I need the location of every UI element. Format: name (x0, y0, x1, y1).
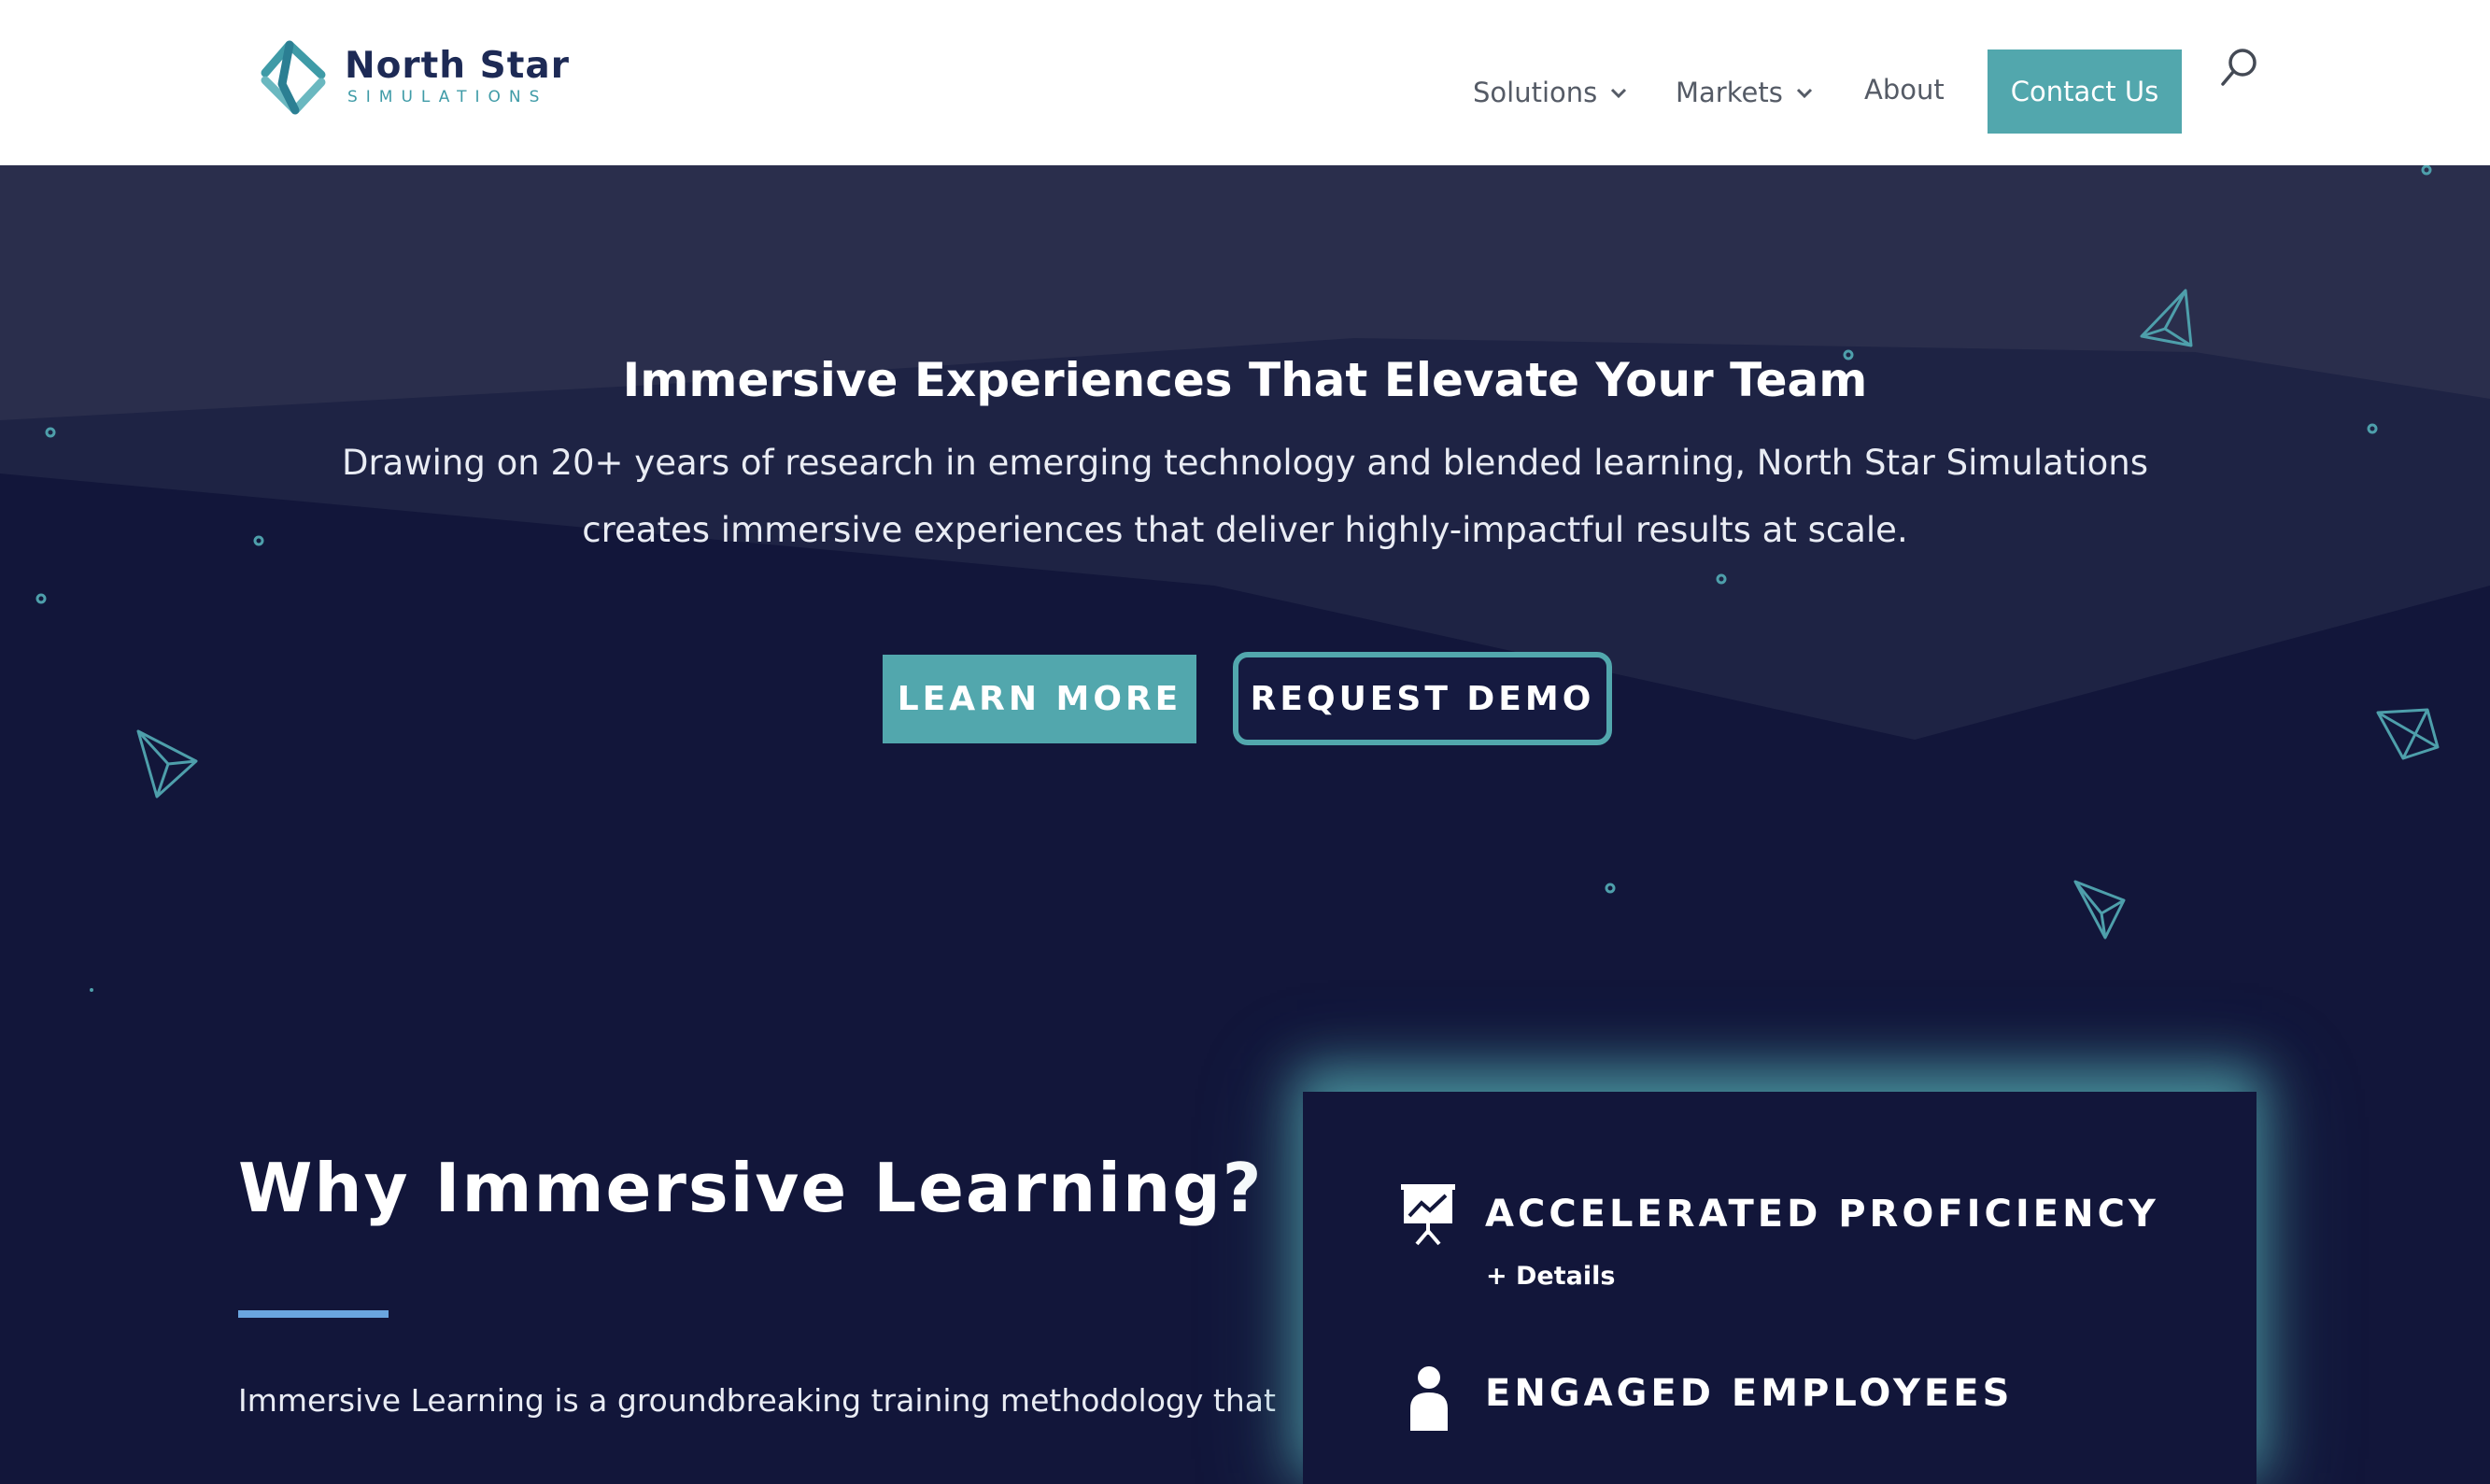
nav-solutions[interactable]: Solutions (1473, 74, 1627, 108)
nav-solutions-label: Solutions (1473, 77, 1598, 108)
hero-title: Immersive Experiences That Elevate Your … (622, 353, 1868, 407)
request-demo-button[interactable]: REQUEST DEMO (1233, 652, 1612, 745)
person-icon (1410, 1366, 1448, 1431)
section-divider (238, 1310, 389, 1318)
details-link[interactable]: + Details (1486, 1262, 1615, 1291)
nav-markets-label: Markets (1676, 77, 1783, 108)
nav-about-label: About (1864, 74, 1945, 106)
logo[interactable]: North Star SIMULATIONS (254, 35, 572, 121)
chevron-down-icon (1796, 74, 1813, 106)
feature-title: ENGAGED EMPLOYEES (1485, 1372, 2014, 1415)
presentation-chart-icon (1401, 1184, 1455, 1246)
features-panel: ACCELERATED PROFICIENCY + Details ENGAGE… (1303, 1092, 2257, 1484)
chevron-down-icon (1610, 74, 1627, 106)
logo-subtitle: SIMULATIONS (347, 88, 548, 106)
why-section-body: Immersive Learning is a groundbreaking t… (238, 1382, 1276, 1419)
logo-name: North Star (345, 45, 570, 87)
nav-markets[interactable]: Markets (1676, 74, 1813, 108)
contact-us-button[interactable]: Contact Us (1988, 49, 2182, 134)
site-header: North Star SIMULATIONS Solutions Markets… (0, 0, 2490, 165)
hero-description: Drawing on 20+ years of research in emer… (341, 443, 2148, 550)
feature-title: ACCELERATED PROFICIENCY (1485, 1193, 2159, 1236)
why-section-title: Why Immersive Learning? (238, 1149, 1264, 1227)
learn-more-button[interactable]: LEARN MORE (883, 655, 1196, 743)
nav-about[interactable]: About (1864, 74, 1945, 106)
search-icon[interactable] (2219, 47, 2258, 88)
north-star-logo-icon (261, 40, 326, 115)
